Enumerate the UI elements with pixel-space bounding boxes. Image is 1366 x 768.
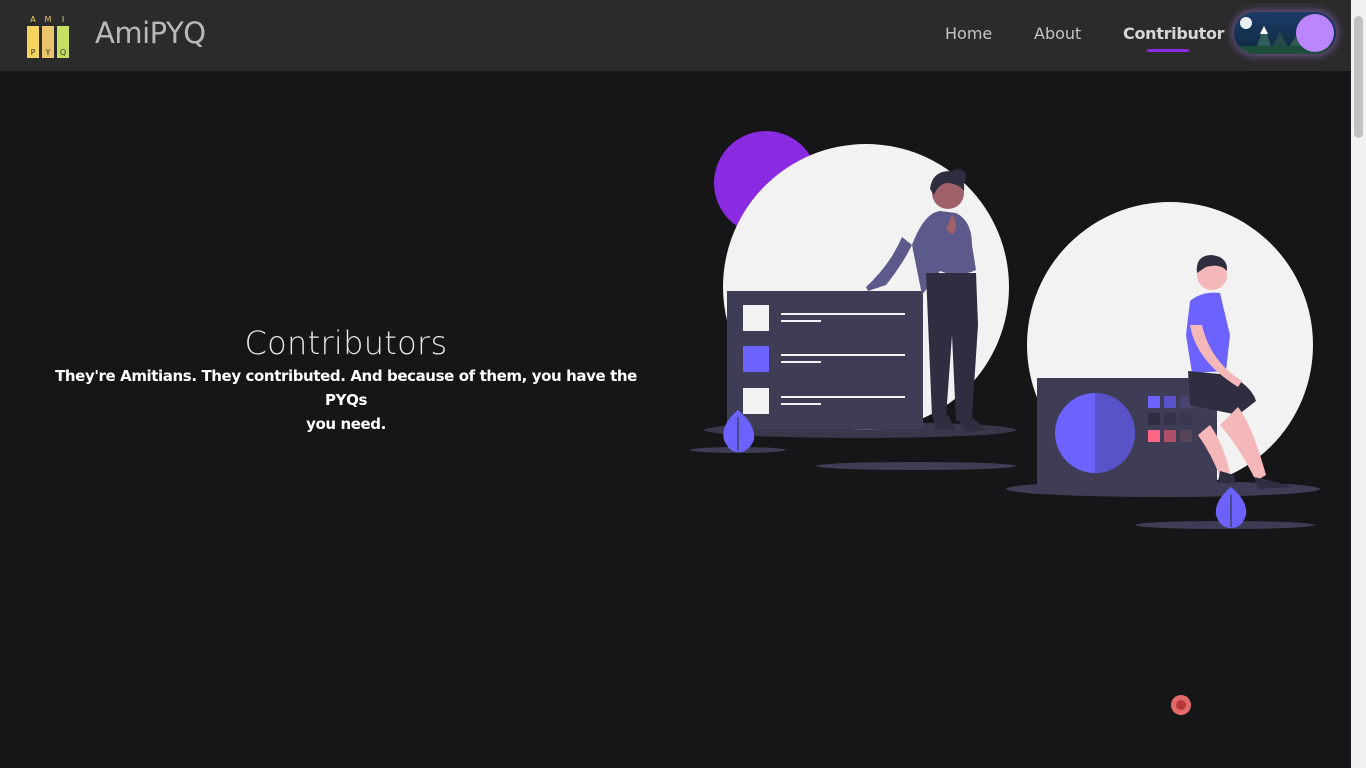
theme-toggle[interactable]: [1234, 12, 1336, 54]
scrollbar-thumb[interactable]: [1354, 16, 1363, 138]
active-nav-indicator: [1147, 49, 1189, 52]
hero-subtitle-line1: They're Amitians. They contributed. And …: [55, 367, 637, 409]
moon-icon: [1240, 17, 1252, 29]
toggle-knob: [1296, 14, 1334, 52]
svg-text:I: I: [62, 15, 64, 24]
svg-text:P: P: [31, 48, 36, 57]
svg-text:M: M: [45, 15, 52, 24]
hero-section: Contributors They're Amitians. They cont…: [40, 322, 652, 436]
page-title: Contributors: [244, 324, 448, 362]
svg-text:Q: Q: [60, 48, 66, 57]
nav-about-link[interactable]: About: [1034, 24, 1081, 43]
nav-contributor-link[interactable]: Contributor: [1123, 24, 1225, 43]
nav-home-link[interactable]: Home: [945, 24, 992, 43]
amipyq-logo[interactable]: A M I P Y Q: [27, 14, 69, 58]
hero-subtitle: They're Amitians. They contributed. And …: [40, 364, 652, 436]
svg-text:A: A: [30, 15, 36, 24]
navbar: A M I P Y Q AmiPYQ Home About Contributo…: [0, 0, 1351, 71]
brand-name[interactable]: AmiPYQ: [95, 16, 206, 50]
contributors-illustration: [690, 131, 1320, 529]
hero-subtitle-line2: you need.: [306, 415, 386, 433]
record-indicator-icon[interactable]: [1171, 695, 1191, 715]
svg-text:Y: Y: [45, 48, 51, 57]
